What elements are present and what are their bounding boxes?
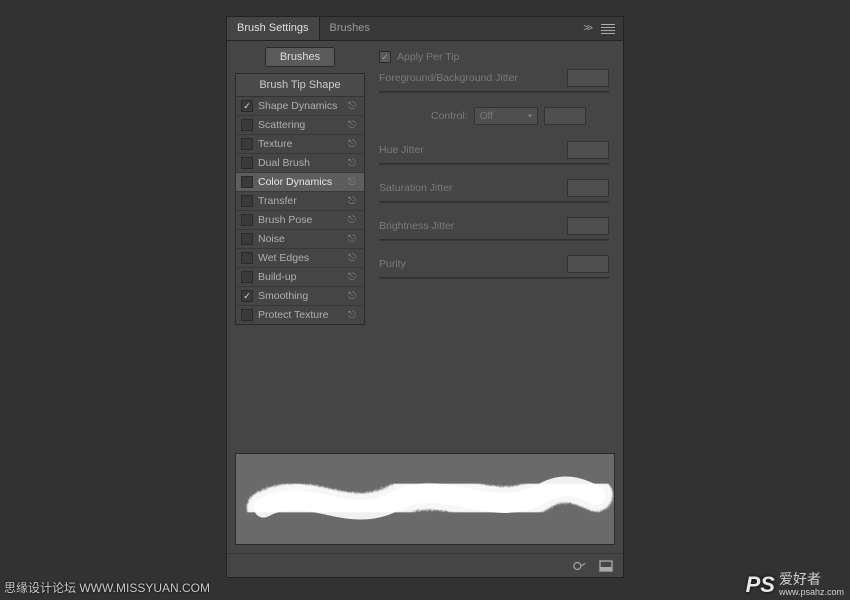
saturation-jitter-value[interactable] — [567, 179, 609, 197]
chevron-down-icon: ▾ — [528, 112, 532, 120]
hue-jitter-slider[interactable] — [379, 163, 609, 165]
lock-icon[interactable]: ⎋ — [345, 253, 359, 264]
control-dropdown[interactable]: Off▾ — [474, 107, 538, 125]
option-build-up[interactable]: Build-up⎋ — [236, 268, 364, 287]
lock-icon[interactable]: ⎋ — [345, 139, 359, 150]
option-smoothing[interactable]: Smoothing⎋ — [236, 287, 364, 306]
option-wet-edges[interactable]: Wet Edges⎋ — [236, 249, 364, 268]
checkbox-icon[interactable] — [241, 233, 253, 245]
options-list: Brush Tip Shape Shape Dynamics⎋ Scatteri… — [235, 73, 365, 325]
option-shape-dynamics[interactable]: Shape Dynamics⎋ — [236, 97, 364, 116]
purity-slider[interactable] — [379, 277, 609, 279]
lock-icon[interactable]: ⎋ — [345, 272, 359, 283]
brush-stroke-preview-icon — [236, 454, 614, 544]
checkbox-icon[interactable] — [241, 195, 253, 207]
apply-per-tip-label: Apply Per Tip — [397, 51, 459, 63]
option-brush-tip-shape[interactable]: Brush Tip Shape — [236, 74, 364, 97]
brightness-jitter-slider[interactable] — [379, 239, 609, 241]
purity-label: Purity — [379, 258, 561, 270]
option-scattering[interactable]: Scattering⎋ — [236, 116, 364, 135]
tab-brushes[interactable]: Brushes — [320, 17, 380, 40]
options-sidebar: Brushes Brush Tip Shape Shape Dynamics⎋ … — [235, 47, 365, 325]
apply-per-tip-checkbox[interactable]: ✓ — [379, 51, 391, 63]
option-texture[interactable]: Texture⎋ — [236, 135, 364, 154]
lock-icon[interactable]: ⎋ — [345, 291, 359, 302]
panel-tabbar: Brush Settings Brushes >> — [227, 17, 623, 41]
checkbox-icon[interactable] — [241, 138, 253, 150]
checkbox-icon[interactable] — [241, 119, 253, 131]
saturation-jitter-label: Saturation Jitter — [379, 182, 561, 194]
option-color-dynamics[interactable]: Color Dynamics⎋ — [236, 173, 364, 192]
lock-icon[interactable]: ⎋ — [345, 158, 359, 169]
panel-footer — [227, 553, 623, 577]
brushes-button[interactable]: Brushes — [265, 47, 335, 67]
control-value[interactable] — [544, 107, 586, 125]
lock-icon[interactable]: ⎋ — [345, 196, 359, 207]
hue-jitter-value[interactable] — [567, 141, 609, 159]
option-noise[interactable]: Noise⎋ — [236, 230, 364, 249]
new-brush-icon[interactable] — [599, 560, 613, 572]
toggle-preview-icon[interactable] — [573, 560, 587, 572]
watermark-right: PS 爱好者 www.psahz.com — [746, 572, 844, 598]
settings-area: ✓ Apply Per Tip Foreground/Background Ji… — [373, 47, 615, 325]
checkbox-icon[interactable] — [241, 214, 253, 226]
lock-icon[interactable]: ⎋ — [345, 177, 359, 188]
checkbox-icon[interactable] — [241, 100, 253, 112]
hue-jitter-label: Hue Jitter — [379, 144, 561, 156]
fg-bg-jitter-slider[interactable] — [379, 91, 609, 93]
checkbox-icon[interactable] — [241, 271, 253, 283]
lock-icon[interactable]: ⎋ — [345, 234, 359, 245]
checkbox-icon[interactable] — [241, 252, 253, 264]
collapse-icon[interactable]: >> — [583, 23, 591, 34]
brush-settings-panel: Brush Settings Brushes >> Brushes Brush … — [226, 16, 624, 578]
checkbox-icon[interactable] — [241, 176, 253, 188]
lock-icon[interactable]: ⎋ — [345, 310, 359, 321]
purity-value[interactable] — [567, 255, 609, 273]
fg-bg-jitter-label: Foreground/Background Jitter — [379, 72, 561, 84]
saturation-jitter-slider[interactable] — [379, 201, 609, 203]
control-label: Control: — [431, 110, 468, 122]
brightness-jitter-value[interactable] — [567, 217, 609, 235]
lock-icon[interactable]: ⎋ — [345, 215, 359, 226]
lock-icon[interactable]: ⎋ — [345, 120, 359, 131]
tab-brush-settings[interactable]: Brush Settings — [227, 17, 320, 40]
option-brush-pose[interactable]: Brush Pose⎋ — [236, 211, 364, 230]
brush-preview — [235, 453, 615, 545]
option-protect-texture[interactable]: Protect Texture⎋ — [236, 306, 364, 324]
checkbox-icon[interactable] — [241, 290, 253, 302]
ps-logo-icon: PS — [746, 572, 775, 598]
panel-menu-icon[interactable] — [601, 24, 615, 34]
fg-bg-jitter-value[interactable] — [567, 69, 609, 87]
option-transfer[interactable]: Transfer⎋ — [236, 192, 364, 211]
checkbox-icon[interactable] — [241, 309, 253, 321]
watermark-left: 思缘设计论坛 WWW.MISSYUAN.COM — [4, 579, 210, 596]
brightness-jitter-label: Brightness Jitter — [379, 220, 561, 232]
option-dual-brush[interactable]: Dual Brush⎋ — [236, 154, 364, 173]
lock-icon[interactable]: ⎋ — [345, 101, 359, 112]
checkbox-icon[interactable] — [241, 157, 253, 169]
